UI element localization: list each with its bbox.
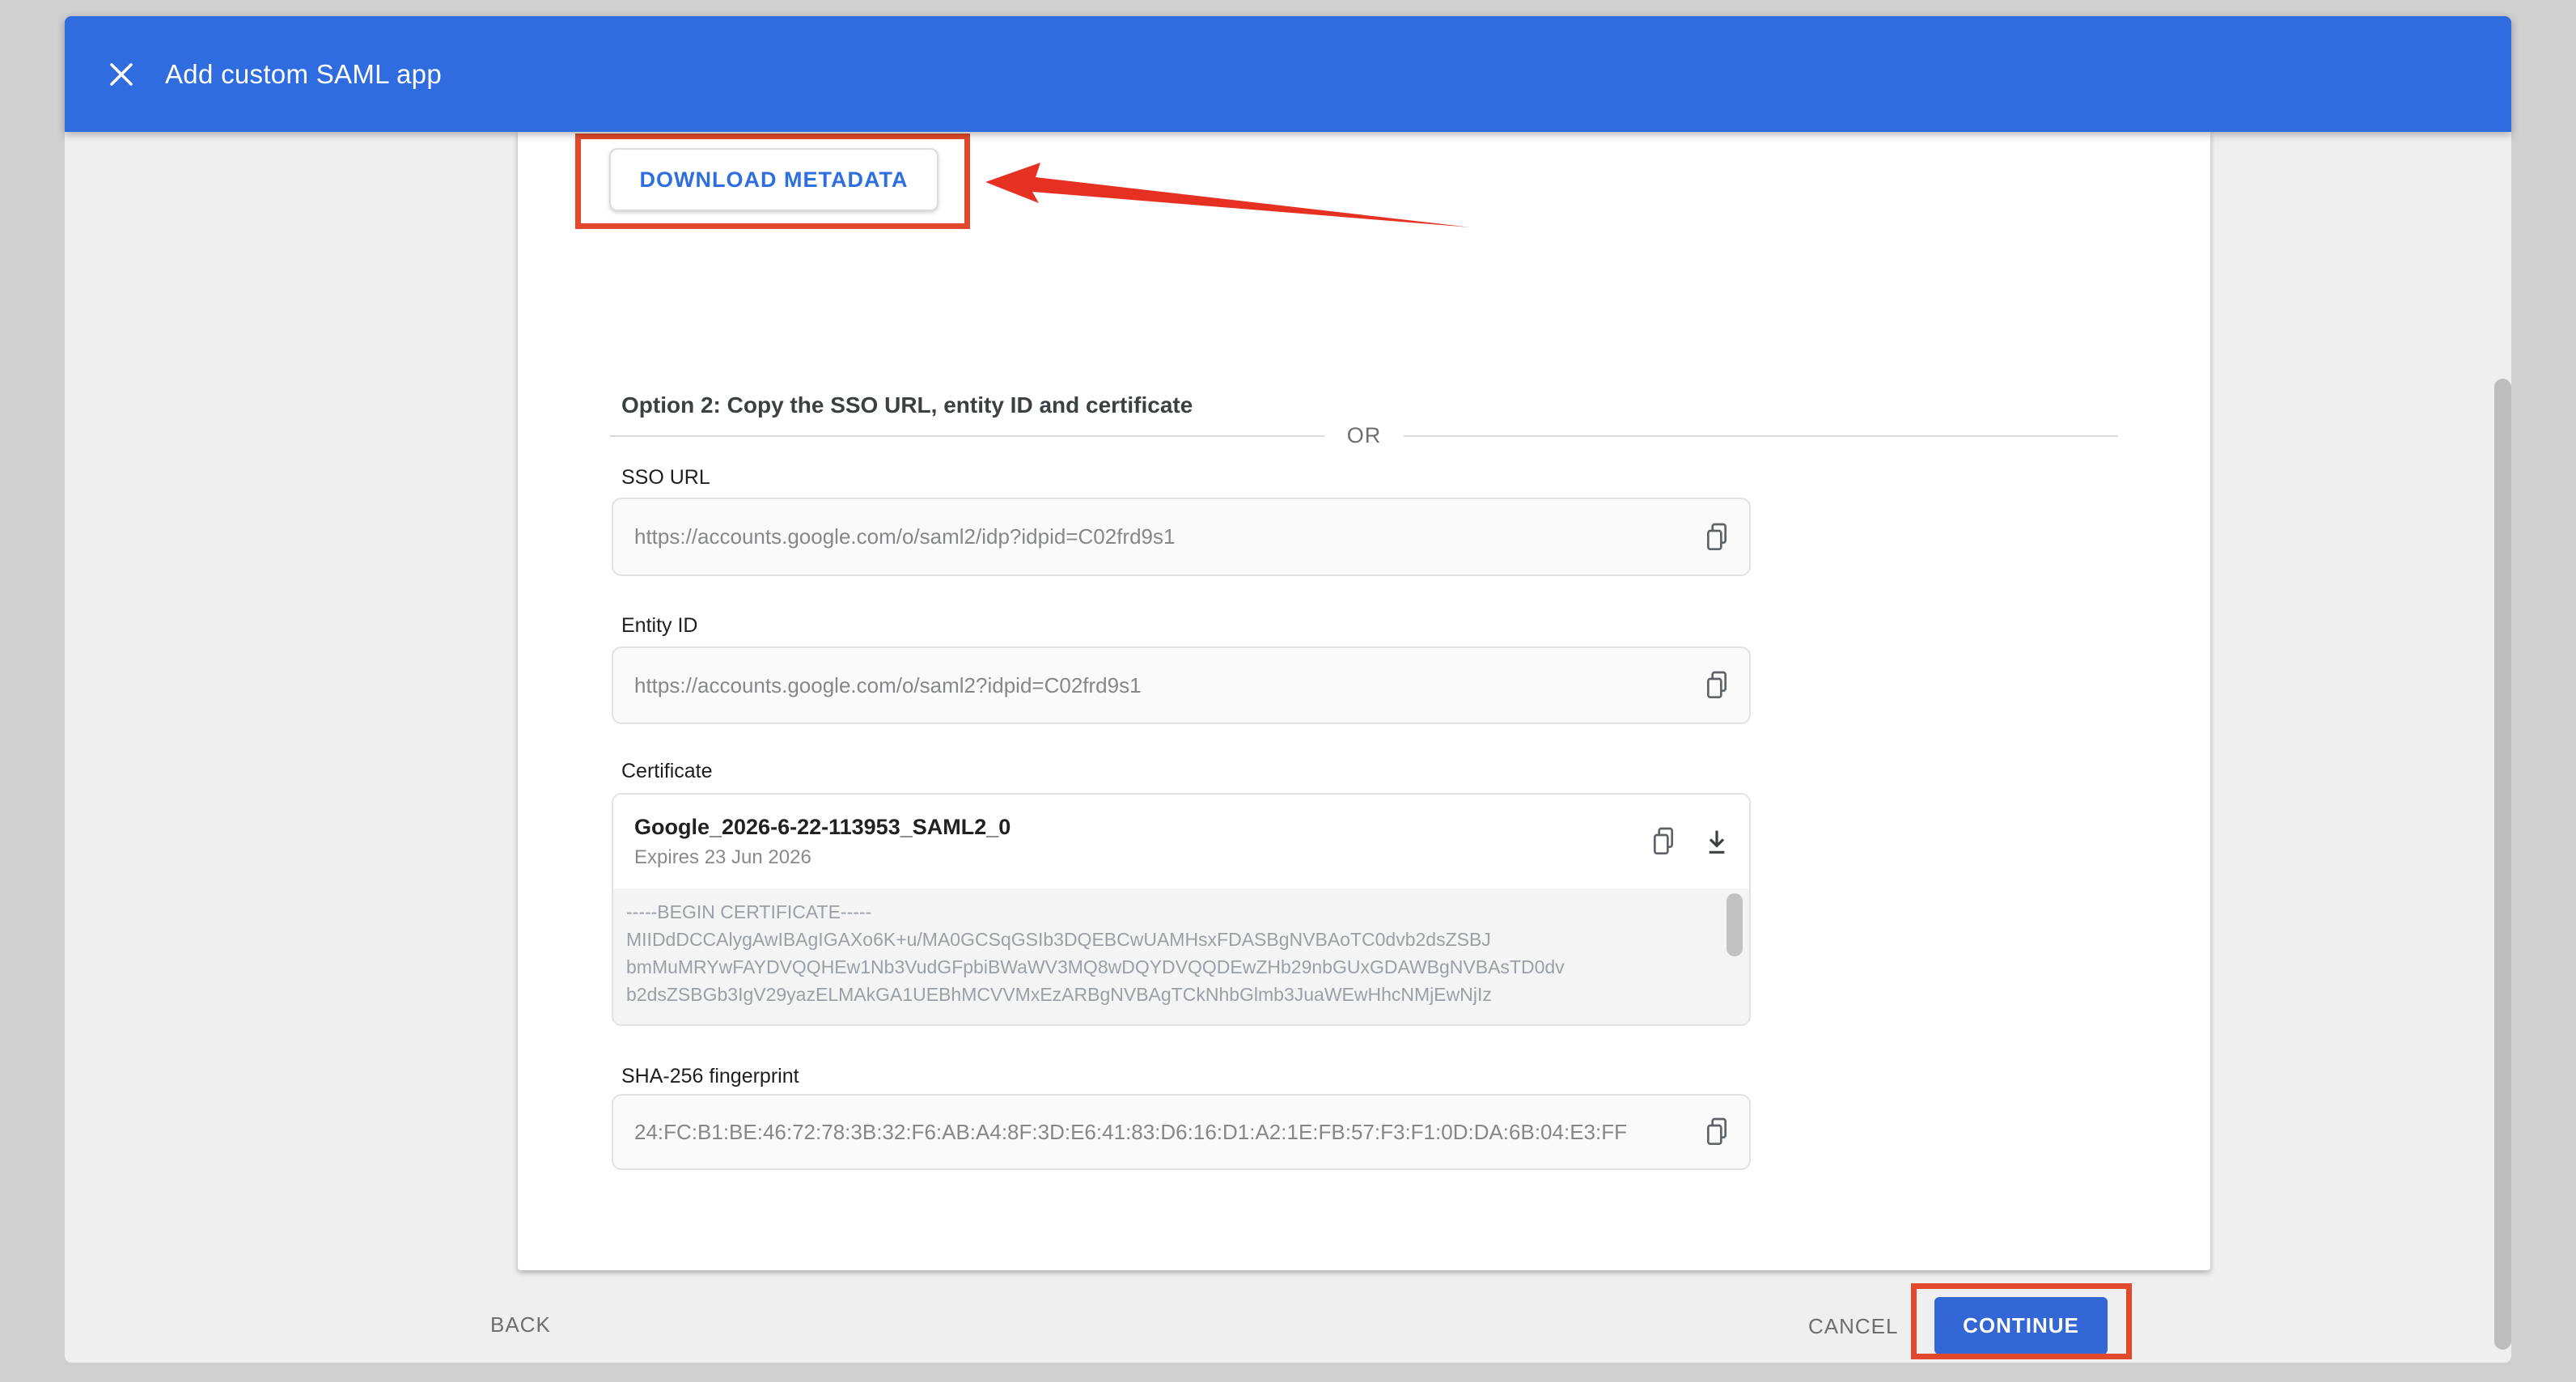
cancel-button[interactable]: CANCEL	[1808, 1314, 1898, 1339]
entity-id-label: Entity ID	[621, 614, 697, 638]
sso-url-label: SSO URL	[621, 466, 710, 490]
certificate-label: Certificate	[621, 760, 713, 783]
certificate-pem-line: b2dsZSBGb3IgV29yazELMAkGA1UEBhMCVVMxEzAR…	[626, 981, 1717, 1008]
certificate-header: Google_2026-6-22-113953_SAML2_0 Expires …	[613, 795, 1749, 888]
close-icon[interactable]	[104, 57, 139, 92]
divider-line-left	[610, 435, 1324, 437]
content-card: DOWNLOAD METADATA OR Option 2: Copy the …	[518, 132, 2210, 1270]
certificate-actions	[1650, 826, 1730, 857]
certificate-pem-body: -----BEGIN CERTIFICATE----- MIIDdDCCAlyg…	[613, 888, 1749, 1024]
copy-sso-url-icon[interactable]	[1704, 522, 1730, 553]
certificate-pem-line: -----BEGIN CERTIFICATE-----	[626, 898, 1717, 926]
certificate-scrollbar[interactable]	[1727, 893, 1743, 956]
certificate-pem-line: bmMuMRYwFAYDVQQHEw1Nb3VudGFpbiBWaWV3MQ8w…	[626, 953, 1717, 981]
copy-entity-id-icon[interactable]	[1704, 670, 1730, 701]
or-divider: OR	[610, 423, 2118, 448]
sha256-field: 24:FC:B1:BE:46:72:78:3B:32:F6:AB:A4:8F:3…	[612, 1094, 1751, 1170]
sha256-label: SHA-256 fingerprint	[621, 1065, 799, 1088]
divider-line-right	[1404, 435, 2118, 437]
back-button[interactable]: BACK	[490, 1312, 551, 1337]
download-certificate-icon[interactable]	[1704, 826, 1730, 857]
dialog-header: Add custom SAML app	[65, 16, 2511, 132]
certificate-name: Google_2026-6-22-113953_SAML2_0	[634, 815, 1010, 840]
entity-id-value: https://accounts.google.com/o/saml2?idpi…	[634, 673, 1142, 698]
add-custom-saml-app-dialog: Add custom SAML app DOWNLOAD METADATA OR…	[65, 16, 2511, 1363]
copy-certificate-icon[interactable]	[1650, 826, 1676, 857]
entity-id-field: https://accounts.google.com/o/saml2?idpi…	[612, 646, 1751, 724]
certificate-card: Google_2026-6-22-113953_SAML2_0 Expires …	[612, 793, 1751, 1026]
copy-sha256-icon[interactable]	[1704, 1117, 1730, 1147]
certificate-info: Google_2026-6-22-113953_SAML2_0 Expires …	[634, 815, 1010, 869]
download-metadata-highlight-box	[575, 134, 970, 229]
sha256-value: 24:FC:B1:BE:46:72:78:3B:32:F6:AB:A4:8F:3…	[634, 1120, 1627, 1145]
certificate-expiry: Expires 23 Jun 2026	[634, 846, 1010, 869]
dialog-title: Add custom SAML app	[165, 59, 442, 90]
dialog-scrollbar[interactable]	[2494, 379, 2511, 1350]
option2-heading: Option 2: Copy the SSO URL, entity ID an…	[621, 392, 1193, 418]
certificate-pem-line: MIIDdDCCAlygAwIBAgIGAXo6K+u/MA0GCSqGSIb3…	[626, 926, 1717, 953]
or-label: OR	[1347, 423, 1382, 448]
page-backdrop: Add custom SAML app DOWNLOAD METADATA OR…	[0, 0, 2576, 1382]
red-annotation-arrow	[979, 156, 1489, 245]
sso-url-field: https://accounts.google.com/o/saml2/idp?…	[612, 498, 1751, 576]
continue-highlight-box	[1911, 1283, 2132, 1359]
sso-url-value: https://accounts.google.com/o/saml2/idp?…	[634, 524, 1175, 549]
